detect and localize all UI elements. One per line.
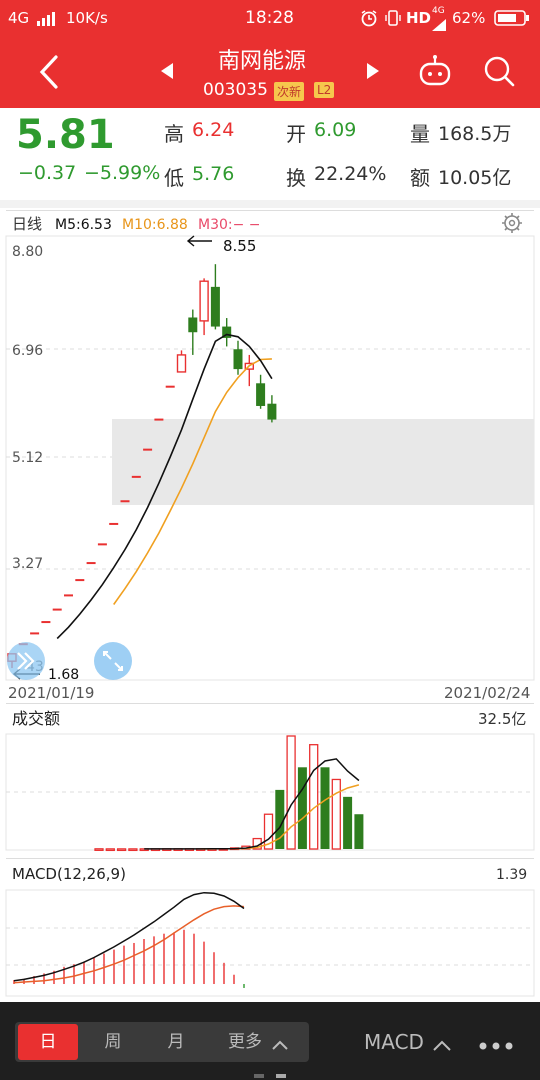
ma30-label: M30:− − [198, 217, 261, 233]
high-marker-label: 8.55 [223, 237, 256, 255]
page-indicator-dot [276, 1074, 286, 1078]
macd-panel-max: 1.39 [496, 867, 527, 883]
macd-dif-line [13, 891, 245, 982]
y-tick-label: 6.96 [12, 343, 43, 359]
period-label[interactable]: 日线 [12, 215, 42, 233]
tab-more[interactable]: 更多 [228, 1024, 268, 1060]
ma5-label: M5:6.53 [55, 217, 112, 233]
ma10-label: M10:6.88 [122, 217, 188, 233]
date-end-label: 2021/02/24 [444, 684, 530, 702]
candle [210, 286, 220, 327]
macd-dea-line [13, 905, 245, 984]
candle [109, 522, 119, 525]
candle [52, 608, 62, 611]
y-tick-label: 3.27 [12, 556, 43, 572]
candle [267, 403, 277, 420]
candle [75, 579, 85, 582]
volume-bar [116, 848, 127, 852]
settings-icon[interactable] [502, 213, 522, 233]
candle [86, 562, 96, 565]
candle [120, 500, 130, 503]
candle [30, 632, 40, 635]
volume-bar [297, 767, 307, 849]
candle [131, 475, 141, 478]
tab-day[interactable]: 日 [18, 1024, 78, 1060]
y-tick-label: 5.12 [12, 450, 43, 466]
volume-bar [354, 814, 364, 849]
candle [233, 349, 243, 370]
tab-month[interactable]: 月 [148, 1024, 204, 1060]
candle [199, 280, 209, 322]
collapse-left-button[interactable] [7, 642, 45, 680]
volume-bar [309, 744, 319, 850]
tab-week[interactable]: 周 [85, 1024, 141, 1060]
volume-bar [331, 778, 341, 850]
macd-panel-title: MACD(12,26,9) [12, 865, 126, 883]
volume-panel-title: 成交额 [12, 709, 60, 728]
low-marker-label: 1.68 [48, 667, 79, 683]
page-indicator-dot [254, 1074, 264, 1078]
candle [176, 354, 187, 373]
bottom-toolbar: 日 周 月 更多 MACD [0, 1002, 540, 1080]
chevron-up-icon[interactable] [433, 1036, 451, 1051]
chart-top-border [6, 210, 534, 211]
high-marker-arrow [186, 235, 212, 247]
panel-divider [6, 703, 534, 704]
more-options-icon[interactable] [478, 1036, 514, 1050]
volume-bar [105, 848, 115, 852]
kline-chart[interactable]: 日线 M5:6.53 M10:6.88 M30:− − 8.80 6.96 5.… [0, 0, 540, 1002]
volume-bar [286, 735, 296, 850]
volume-bar [320, 767, 330, 849]
y-tick-label: 8.80 [12, 244, 43, 260]
chevron-up-icon[interactable] [272, 1035, 288, 1050]
volume-bar [94, 848, 104, 851]
candle [165, 385, 175, 388]
volume-panel-max: 32.5亿 [478, 710, 526, 728]
macd-panel-frame [5, 889, 535, 997]
volume-bar [128, 848, 138, 852]
candle [41, 621, 51, 624]
date-start-label: 2021/01/19 [8, 684, 94, 702]
candle [256, 383, 266, 406]
panel-divider [6, 858, 534, 859]
candle [143, 448, 153, 451]
candle [64, 594, 73, 597]
candle [97, 543, 107, 546]
fullscreen-button[interactable] [94, 642, 132, 680]
candle [188, 317, 198, 333]
candle [154, 418, 164, 421]
indicator-selector[interactable]: MACD [364, 1030, 424, 1054]
price-zone-band [112, 419, 534, 505]
volume-bar [343, 796, 353, 849]
